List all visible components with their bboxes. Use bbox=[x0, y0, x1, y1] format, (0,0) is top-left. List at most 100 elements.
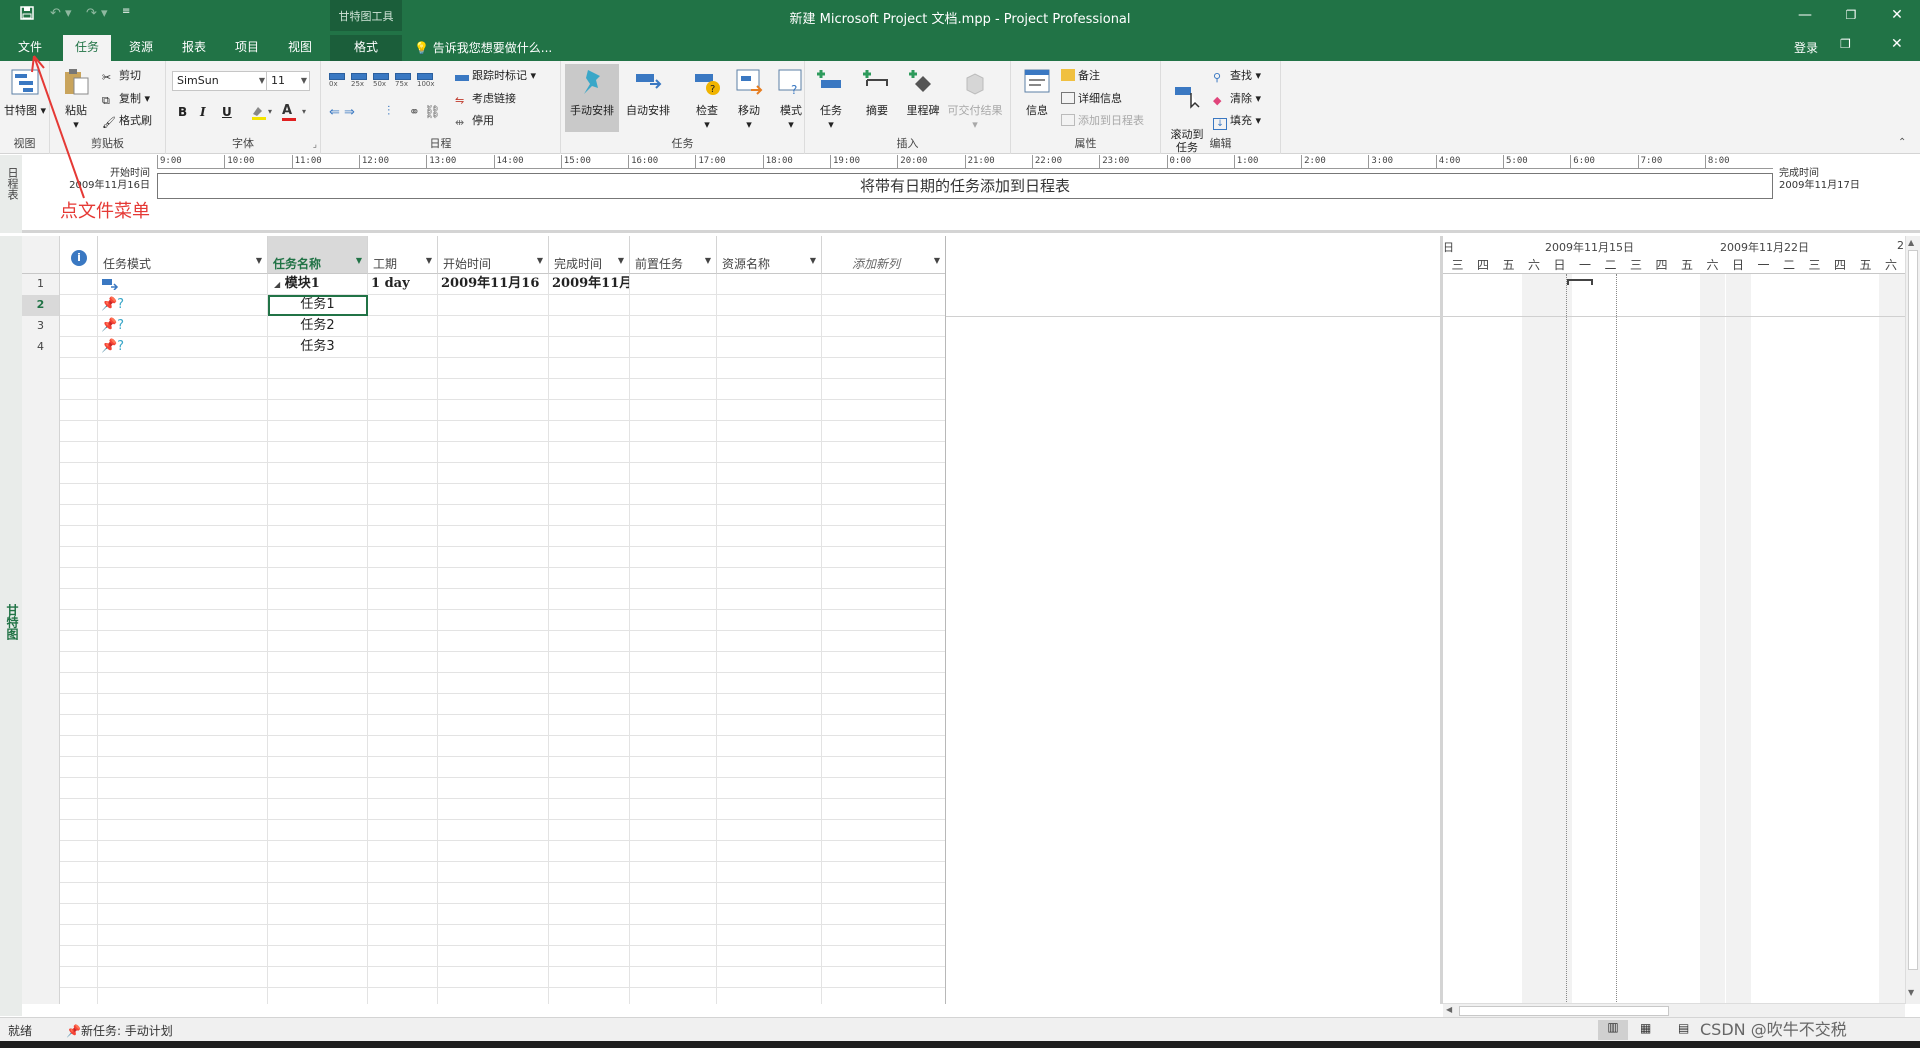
empty-cell[interactable] bbox=[549, 442, 630, 463]
empty-cell[interactable] bbox=[549, 547, 630, 568]
empty-table-row[interactable] bbox=[22, 400, 945, 421]
empty-cell[interactable] bbox=[630, 400, 717, 421]
empty-cell[interactable] bbox=[549, 820, 630, 841]
finish-cell[interactable]: 2009年11月 bbox=[549, 274, 630, 295]
empty-cell[interactable] bbox=[822, 778, 945, 799]
row-number[interactable]: 4 bbox=[22, 337, 60, 358]
task-name-cell[interactable]: 任务2 bbox=[268, 316, 368, 337]
empty-cell[interactable] bbox=[549, 610, 630, 631]
empty-cell[interactable] bbox=[268, 862, 368, 883]
empty-cell[interactable] bbox=[98, 820, 268, 841]
row-number[interactable] bbox=[22, 799, 60, 820]
empty-table-row[interactable] bbox=[22, 799, 945, 820]
empty-cell[interactable] bbox=[98, 358, 268, 379]
predecessors-cell[interactable] bbox=[630, 274, 717, 295]
empty-table-row[interactable] bbox=[22, 610, 945, 631]
empty-cell[interactable] bbox=[549, 463, 630, 484]
notes-button[interactable]: 备注 bbox=[1061, 67, 1100, 83]
empty-cell[interactable] bbox=[438, 988, 549, 1004]
duration-cell[interactable]: 1 day bbox=[368, 274, 438, 295]
inspect-button[interactable]: ? 检查 ▾ bbox=[685, 64, 729, 131]
empty-table-row[interactable] bbox=[22, 967, 945, 988]
empty-table-row[interactable] bbox=[22, 904, 945, 925]
empty-cell[interactable] bbox=[630, 547, 717, 568]
pct-50-button[interactable]: 50x bbox=[373, 73, 389, 88]
empty-cell[interactable] bbox=[717, 820, 822, 841]
empty-cell[interactable] bbox=[630, 673, 717, 694]
empty-cell[interactable] bbox=[268, 736, 368, 757]
empty-cell[interactable] bbox=[268, 757, 368, 778]
empty-cell[interactable] bbox=[717, 736, 822, 757]
mark-on-track-button[interactable]: 跟踪时标记 ▾ bbox=[455, 67, 536, 83]
empty-cell[interactable] bbox=[368, 610, 438, 631]
empty-cell[interactable] bbox=[630, 799, 717, 820]
empty-cell[interactable] bbox=[630, 358, 717, 379]
empty-cell[interactable] bbox=[368, 568, 438, 589]
indicator-cell[interactable] bbox=[60, 295, 98, 316]
empty-cell[interactable] bbox=[717, 841, 822, 862]
empty-cell[interactable] bbox=[368, 883, 438, 904]
empty-cell[interactable] bbox=[549, 778, 630, 799]
column-header-start[interactable]: 开始时间 ▼ bbox=[438, 236, 549, 274]
empty-cell[interactable] bbox=[60, 358, 98, 379]
empty-cell[interactable] bbox=[368, 379, 438, 400]
empty-cell[interactable] bbox=[438, 421, 549, 442]
empty-cell[interactable] bbox=[60, 442, 98, 463]
empty-cell[interactable] bbox=[268, 694, 368, 715]
manually-schedule-button[interactable]: 手动安排 bbox=[565, 64, 619, 132]
empty-cell[interactable] bbox=[98, 673, 268, 694]
empty-cell[interactable] bbox=[549, 568, 630, 589]
row-number[interactable] bbox=[22, 673, 60, 694]
empty-table-row[interactable] bbox=[22, 988, 945, 1004]
empty-cell[interactable] bbox=[60, 799, 98, 820]
empty-cell[interactable] bbox=[630, 652, 717, 673]
empty-cell[interactable] bbox=[438, 799, 549, 820]
empty-cell[interactable] bbox=[630, 610, 717, 631]
empty-cell[interactable] bbox=[368, 841, 438, 862]
empty-cell[interactable] bbox=[717, 442, 822, 463]
add-new-column-cell[interactable] bbox=[822, 295, 945, 316]
empty-cell[interactable] bbox=[98, 778, 268, 799]
empty-cell[interactable] bbox=[438, 673, 549, 694]
vertical-scrollbar[interactable]: ▲ ▼ bbox=[1905, 236, 1920, 1004]
empty-cell[interactable] bbox=[822, 862, 945, 883]
empty-cell[interactable] bbox=[268, 505, 368, 526]
start-cell[interactable] bbox=[438, 337, 549, 358]
scrollbar-thumb[interactable] bbox=[1908, 250, 1918, 970]
empty-table-row[interactable] bbox=[22, 442, 945, 463]
empty-cell[interactable] bbox=[822, 799, 945, 820]
column-header-task-name[interactable]: 任务名称 ▼ bbox=[268, 236, 368, 274]
collapse-triangle-icon[interactable]: ◢ bbox=[274, 279, 280, 289]
empty-cell[interactable] bbox=[438, 652, 549, 673]
dialog-launcher-icon[interactable]: ⌟ bbox=[313, 140, 317, 150]
empty-cell[interactable] bbox=[268, 589, 368, 610]
empty-cell[interactable] bbox=[438, 715, 549, 736]
empty-cell[interactable] bbox=[549, 841, 630, 862]
empty-cell[interactable] bbox=[822, 631, 945, 652]
empty-cell[interactable] bbox=[717, 673, 822, 694]
empty-cell[interactable] bbox=[98, 442, 268, 463]
predecessors-cell[interactable] bbox=[630, 337, 717, 358]
empty-table-row[interactable] bbox=[22, 463, 945, 484]
empty-cell[interactable] bbox=[717, 421, 822, 442]
row-number[interactable] bbox=[22, 358, 60, 379]
scrollbar-thumb[interactable] bbox=[1459, 1006, 1669, 1016]
empty-cell[interactable] bbox=[268, 568, 368, 589]
deliverable-button[interactable]: 可交付结果 ▾ bbox=[945, 64, 1005, 131]
split-task-icon[interactable]: ⫶ bbox=[387, 104, 390, 119]
empty-cell[interactable] bbox=[549, 883, 630, 904]
font-color-button[interactable]: A bbox=[282, 103, 296, 121]
empty-cell[interactable] bbox=[60, 505, 98, 526]
column-header-indicators[interactable]: i bbox=[60, 236, 98, 274]
empty-cell[interactable] bbox=[822, 379, 945, 400]
empty-cell[interactable] bbox=[549, 946, 630, 967]
empty-cell[interactable] bbox=[60, 862, 98, 883]
empty-cell[interactable] bbox=[630, 421, 717, 442]
empty-cell[interactable] bbox=[630, 484, 717, 505]
empty-cell[interactable] bbox=[98, 484, 268, 505]
milestone-button[interactable]: 里程碑 bbox=[901, 64, 945, 118]
column-header-add-new[interactable]: 添加新列 ▼ bbox=[822, 236, 945, 274]
empty-cell[interactable] bbox=[60, 463, 98, 484]
empty-cell[interactable] bbox=[368, 484, 438, 505]
indicator-cell[interactable] bbox=[60, 337, 98, 358]
